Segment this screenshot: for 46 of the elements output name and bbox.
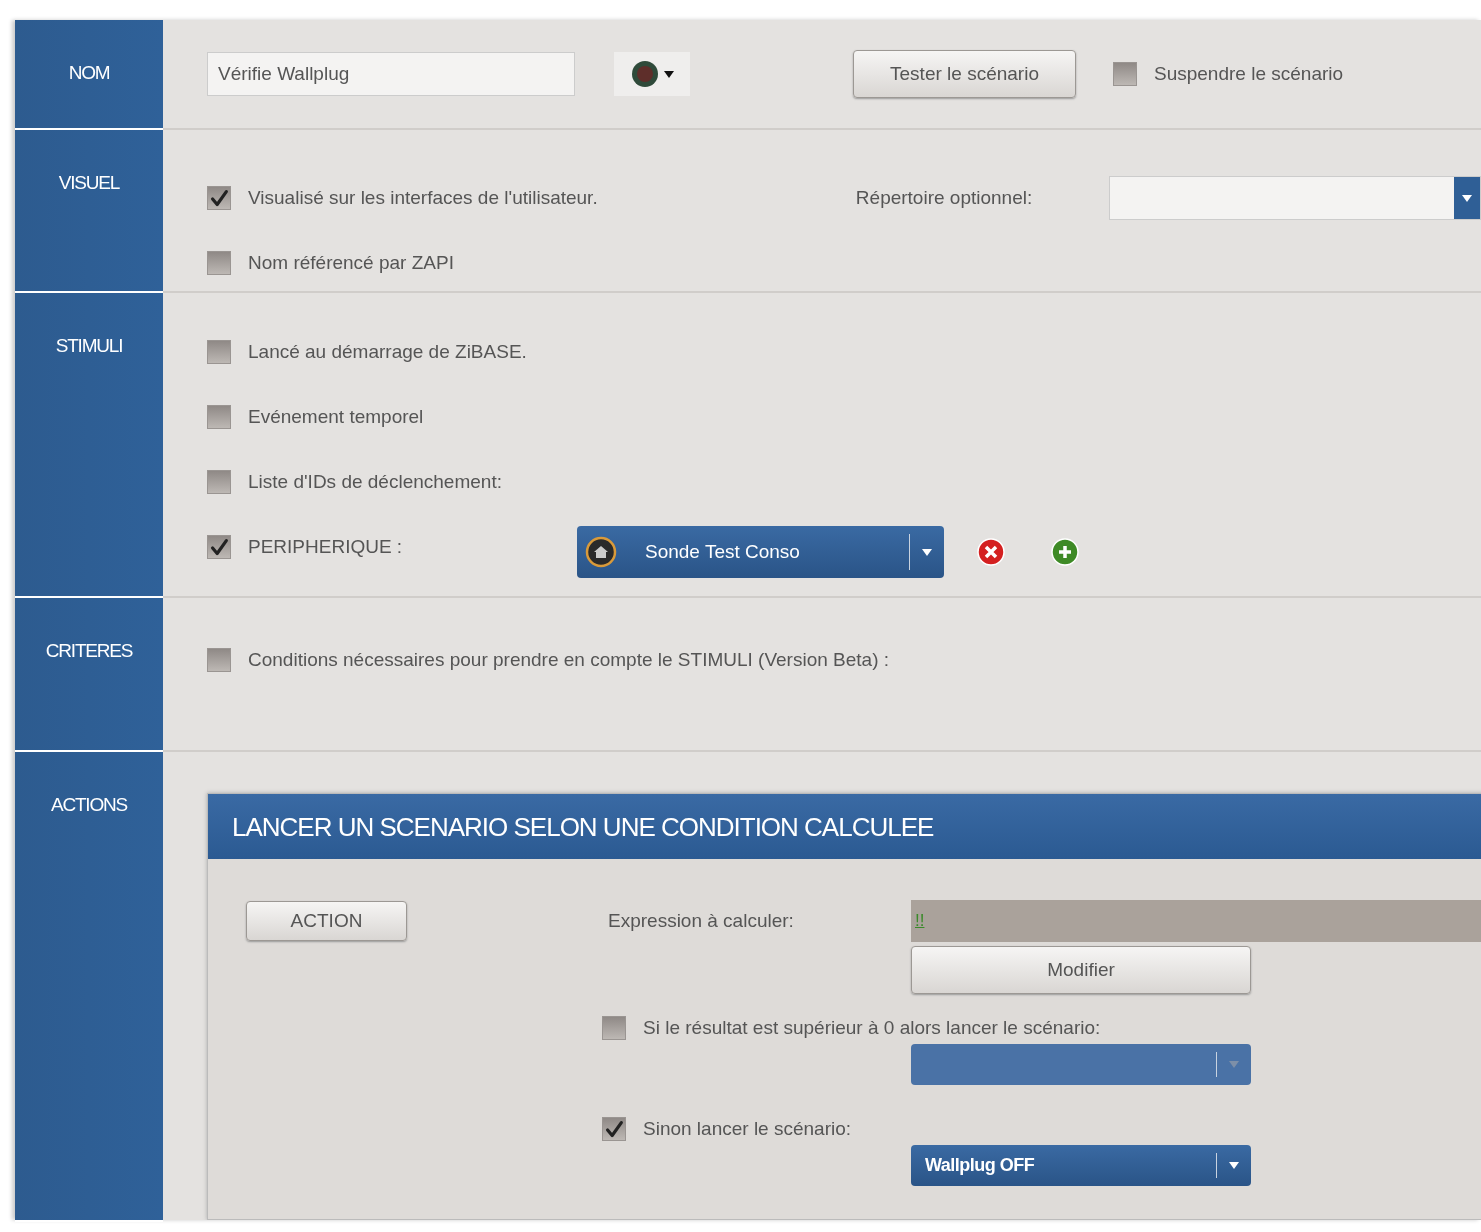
panel-title: LANCER UN SCENARIO SELON UNE CONDITION CALCULEE bbox=[208, 794, 1481, 859]
caret-icon bbox=[664, 70, 674, 78]
modify-button[interactable]: Modifier bbox=[911, 946, 1251, 994]
scenario-dropdown[interactable]: Wallplug OFF bbox=[911, 1145, 1251, 1186]
add-icon[interactable] bbox=[1050, 537, 1080, 567]
option-label: Evénement temporel bbox=[248, 406, 424, 428]
option-label: PERIPHERIQUE : bbox=[248, 536, 403, 558]
checkbox[interactable] bbox=[207, 470, 231, 494]
icon-picker[interactable] bbox=[614, 52, 690, 96]
option-label: Liste d'IDs de déclenchement: bbox=[248, 471, 502, 493]
checkbox[interactable] bbox=[602, 1016, 626, 1040]
option-label: Sinon lancer le scénario: bbox=[643, 1118, 852, 1140]
option-label: Nom référencé par ZAPI bbox=[248, 252, 454, 274]
checkbox[interactable] bbox=[207, 648, 231, 672]
house-icon bbox=[585, 536, 617, 568]
name-field[interactable]: Vérifie Wallplug bbox=[207, 52, 575, 96]
checkbox[interactable] bbox=[602, 1117, 626, 1141]
action-button[interactable]: ACTION bbox=[246, 901, 407, 941]
directory-dropdown[interactable] bbox=[1109, 176, 1481, 220]
checkbox[interactable] bbox=[207, 535, 231, 559]
checkbox[interactable] bbox=[207, 186, 231, 210]
expression-label: Expression à calculer: bbox=[608, 910, 795, 932]
option-label: Visualisé sur les interfaces de l'utilisateur. bbox=[248, 187, 598, 209]
option-label: Conditions nécessaires pour prendre en compte le STIMULI (Version Beta) : bbox=[248, 649, 890, 671]
checkbox[interactable] bbox=[207, 251, 231, 275]
checkbox[interactable] bbox=[207, 340, 231, 364]
checkbox[interactable] bbox=[207, 405, 231, 429]
option-label: Suspendre le scénario bbox=[1154, 63, 1344, 85]
section-label: VISUEL bbox=[15, 130, 163, 293]
device-dropdown[interactable]: Sonde Test Conso bbox=[577, 526, 944, 578]
caret-icon bbox=[1229, 1162, 1239, 1169]
option-label: Lancé au démarrage de ZiBASE. bbox=[248, 341, 527, 363]
caret-icon bbox=[922, 548, 932, 556]
test-button[interactable]: Tester le scénario bbox=[853, 50, 1076, 98]
directory-label: Répertoire optionnel: bbox=[855, 187, 1034, 209]
section-label: ACTIONS bbox=[15, 752, 163, 1222]
option-label: Si le résultat est supérieur à 0 alors lancer le scénario: bbox=[643, 1017, 1101, 1039]
section-label: CRITERES bbox=[15, 598, 163, 752]
circle-icon bbox=[630, 59, 660, 89]
scenario-dropdown[interactable] bbox=[911, 1044, 1251, 1085]
section-label: NOM bbox=[15, 20, 163, 130]
remove-icon[interactable] bbox=[976, 537, 1006, 567]
section-label: STIMULI bbox=[15, 293, 163, 598]
caret-icon bbox=[1462, 194, 1472, 202]
caret-icon bbox=[1229, 1061, 1239, 1068]
checkbox[interactable] bbox=[1113, 62, 1137, 86]
